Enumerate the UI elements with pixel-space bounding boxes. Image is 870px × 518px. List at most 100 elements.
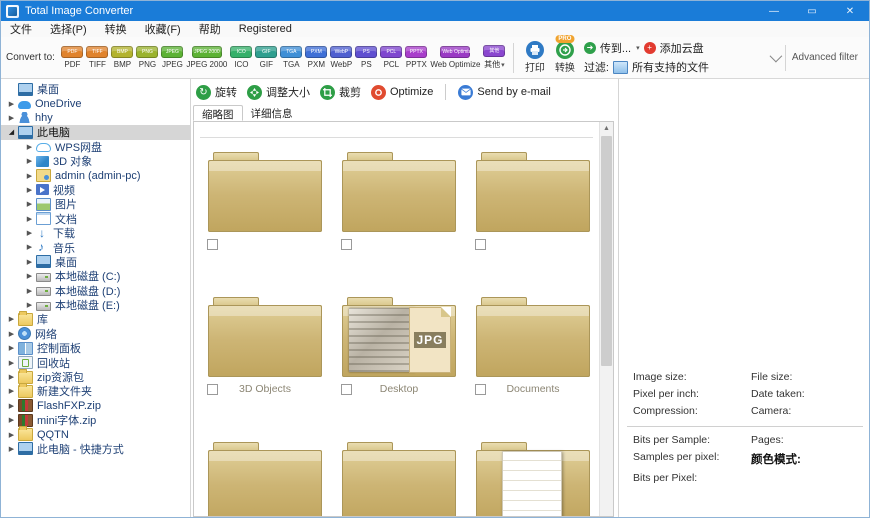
expand-arrow-icon[interactable]	[6, 330, 17, 338]
expand-arrow-icon[interactable]	[6, 100, 17, 108]
tree-item-downloads[interactable]: 下载	[1, 226, 190, 240]
folder-checkbox[interactable]	[341, 384, 352, 395]
filter-dropdown[interactable]: 所有支持的文件	[613, 59, 709, 75]
menu-select[interactable]: 选择(P)	[41, 21, 96, 37]
expand-arrow-icon[interactable]	[6, 315, 17, 323]
expand-arrow-icon[interactable]	[6, 416, 17, 424]
tree-item-zip-resources[interactable]: zip资源包	[1, 370, 190, 384]
menu-file[interactable]: 文件	[1, 21, 41, 37]
expand-arrow-icon[interactable]	[6, 445, 17, 453]
expand-arrow-icon[interactable]	[24, 200, 35, 208]
format-tiff-button[interactable]: TIFFTIFF	[86, 46, 108, 69]
tab-thumbnails[interactable]: 缩略图	[193, 105, 243, 121]
expand-arrow-icon[interactable]	[6, 387, 17, 395]
format-ico-button[interactable]: ICOICO	[230, 46, 252, 69]
tree-item-videos[interactable]: 视频	[1, 183, 190, 197]
expand-arrow-icon[interactable]	[24, 301, 35, 309]
folder-thumbnail[interactable]	[208, 160, 322, 232]
expand-arrow-icon[interactable]	[6, 344, 17, 352]
collapse-arrow-icon[interactable]	[6, 128, 17, 136]
expand-arrow-icon[interactable]	[6, 373, 17, 381]
folder-thumbnail[interactable]	[342, 160, 456, 232]
tree-item-wps-drive[interactable]: WPS网盘	[1, 140, 190, 154]
menu-convert[interactable]: 转换	[96, 21, 136, 37]
convert-button[interactable]: PRO 转换	[555, 41, 575, 74]
scrollbar-thumb[interactable]	[601, 136, 612, 366]
tree-item-admin[interactable]: admin (admin-pc)	[1, 168, 190, 182]
menu-help[interactable]: 帮助	[190, 21, 230, 37]
minimize-button[interactable]: —	[755, 1, 793, 21]
vertical-scrollbar[interactable]: ▲	[599, 122, 613, 516]
tree-item-this-pc[interactable]: 此电脑	[1, 125, 190, 139]
tree-item-documents[interactable]: 文档	[1, 212, 190, 226]
close-button[interactable]: ✕	[831, 1, 869, 21]
expand-arrow-icon[interactable]	[24, 258, 35, 266]
maximize-button[interactable]: ▭	[793, 1, 831, 21]
folder-checkbox[interactable]	[207, 239, 218, 250]
send-to-button[interactable]: ➜ 传到... ▾	[584, 40, 640, 56]
format-jpeg-button[interactable]: JPEGJPEG	[161, 46, 183, 69]
menu-favorites[interactable]: 收藏(F)	[136, 21, 190, 37]
expand-arrow-icon[interactable]	[24, 215, 35, 223]
tree-item-libraries[interactable]: 库	[1, 312, 190, 326]
tree-item-desktop-root[interactable]: 桌面	[1, 82, 190, 96]
folder-checkbox[interactable]	[475, 239, 486, 250]
tree-item-onedrive[interactable]: OneDrive	[1, 96, 190, 110]
folder-thumbnail[interactable]	[476, 450, 590, 517]
format-webp-button[interactable]: WebPWebP	[330, 46, 352, 69]
advanced-filter-button[interactable]: Advanced filter	[792, 52, 858, 63]
expand-arrow-icon[interactable]	[24, 272, 35, 280]
optimize-button[interactable]: Optimize	[368, 85, 436, 100]
tree-item-user-hhy[interactable]: hhy	[1, 111, 190, 125]
folder-checkbox[interactable]	[475, 384, 486, 395]
expand-arrow-icon[interactable]	[6, 431, 17, 439]
expand-arrow-icon[interactable]	[24, 172, 35, 180]
resize-button[interactable]: 调整大小	[244, 84, 313, 100]
folder-checkbox[interactable]	[207, 384, 218, 395]
format-bmp-button[interactable]: BMPBMP	[111, 46, 133, 69]
tree-item-pictures[interactable]: 图片	[1, 197, 190, 211]
tree-item-drive-d[interactable]: 本地磁盘 (D:)	[1, 283, 190, 297]
send-email-button[interactable]: Send by e-mail	[455, 85, 553, 100]
expand-arrow-icon[interactable]	[24, 287, 35, 295]
format-pcl-button[interactable]: PCLPCL	[380, 46, 402, 69]
expand-arrow-icon[interactable]	[24, 186, 35, 194]
expand-arrow-icon[interactable]	[24, 229, 35, 237]
expand-arrow-icon[interactable]	[6, 359, 17, 367]
format-weboptimize-button[interactable]: Web OptimizeWeb Optimize	[430, 46, 480, 69]
folder-checkbox[interactable]	[341, 239, 352, 250]
format-pdf-button[interactable]: PDFPDF	[61, 46, 83, 69]
expand-arrow-icon[interactable]	[24, 143, 35, 151]
tree-item-flashfxp-zip[interactable]: FlashFXP.zip	[1, 399, 190, 413]
tree-item-qqtn[interactable]: QQTN	[1, 427, 190, 441]
folder-thumbnail[interactable]: JPG	[342, 305, 456, 377]
tree-item-music[interactable]: 音乐	[1, 240, 190, 254]
tree-item-desktop[interactable]: 桌面	[1, 255, 190, 269]
format-ps-button[interactable]: PSPS	[355, 46, 377, 69]
scroll-up-arrow[interactable]: ▲	[600, 122, 613, 135]
format-jpeg2000-button[interactable]: JPEG 2000JPEG 2000	[186, 46, 227, 69]
tree-item-3d-objects[interactable]: 3D 对象	[1, 154, 190, 168]
format-tga-button[interactable]: TGATGA	[280, 46, 302, 69]
tree-item-minifont-zip[interactable]: mini字体.zip	[1, 413, 190, 427]
tree-item-control-panel[interactable]: 控制面板	[1, 341, 190, 355]
tab-details[interactable]: 详细信息	[243, 105, 301, 121]
format-pptx-button[interactable]: PPTXPPTX	[405, 46, 427, 69]
tree-item-drive-c[interactable]: 本地磁盘 (C:)	[1, 269, 190, 283]
tree-item-new-folder[interactable]: 新建文件夹	[1, 384, 190, 398]
folder-thumbnail[interactable]	[208, 450, 322, 517]
tree-item-network[interactable]: 网络	[1, 327, 190, 341]
tree-item-this-pc-shortcut[interactable]: 此电脑 - 快捷方式	[1, 442, 190, 456]
expand-arrow-icon[interactable]	[6, 114, 17, 122]
format-other-button[interactable]: 其他其他▾	[483, 45, 505, 70]
format-png-button[interactable]: PNGPNG	[136, 46, 158, 69]
expand-arrow-icon[interactable]	[24, 157, 35, 165]
expand-arrow-icon[interactable]	[6, 402, 17, 410]
format-gif-button[interactable]: GIFGIF	[255, 46, 277, 69]
folder-thumbnail[interactable]	[476, 305, 590, 377]
tree-item-drive-e[interactable]: 本地磁盘 (E:)	[1, 298, 190, 312]
expand-arrow-icon[interactable]	[24, 243, 35, 251]
folder-thumbnail[interactable]	[476, 160, 590, 232]
add-cloud-button[interactable]: + 添加云盘	[644, 40, 704, 56]
crop-button[interactable]: 裁剪	[317, 84, 364, 100]
